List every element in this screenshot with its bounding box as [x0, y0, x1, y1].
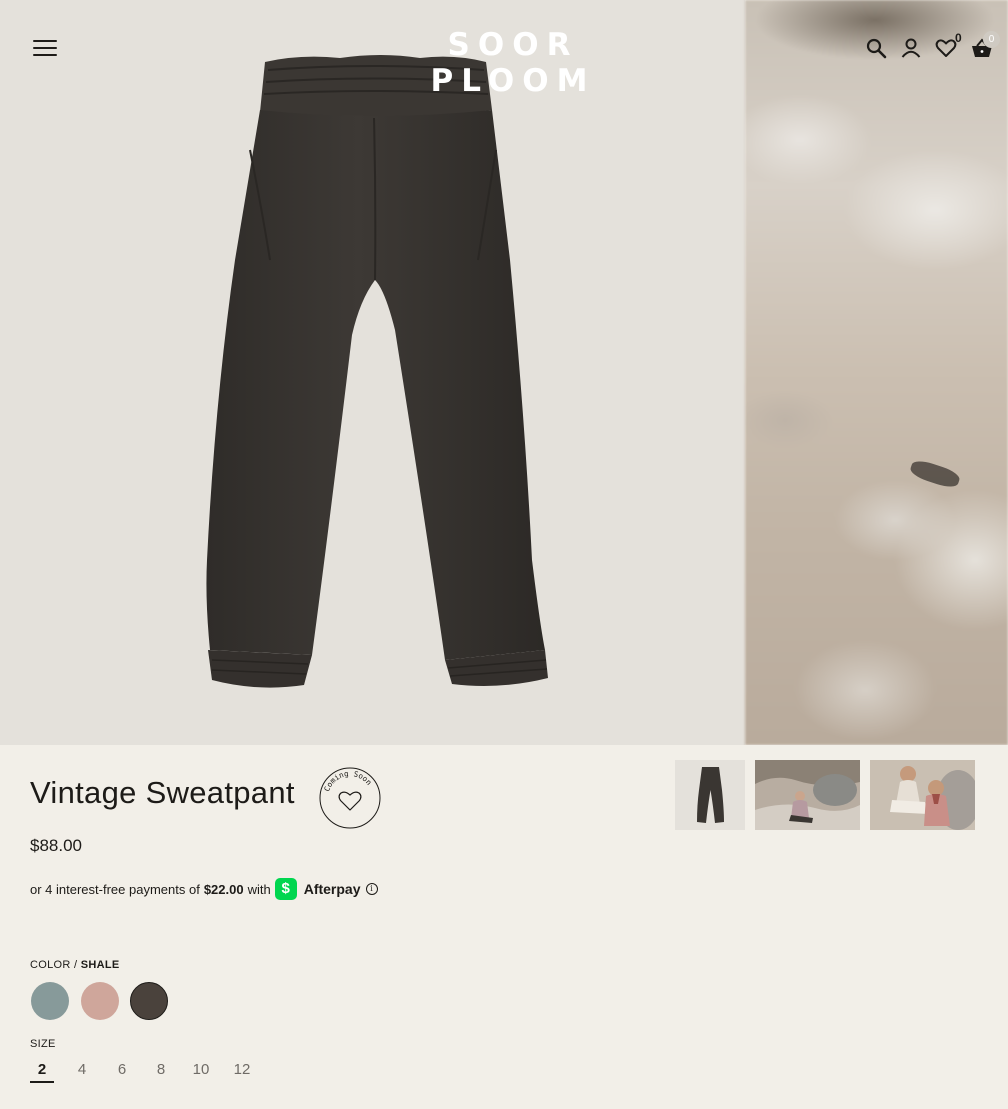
search-icon[interactable] [864, 36, 888, 60]
size-label: SIZE [30, 1038, 56, 1050]
size-option-2[interactable]: 2 [30, 1061, 54, 1078]
selected-size-indicator [30, 1081, 54, 1083]
size-option-10[interactable]: 10 [189, 1061, 213, 1078]
selected-color: SHALE [80, 959, 120, 971]
menu-icon[interactable] [33, 39, 57, 57]
coming-soon-wishlist-button[interactable]: Coming Soon [316, 764, 384, 832]
color-label: COLOR / SHALE [30, 959, 119, 971]
thumbnail-lifestyle-1[interactable] [755, 760, 860, 830]
afterpay-installments: or 4 interest-free payments of $22.00 wi… [30, 878, 378, 900]
product-price: $88.00 [30, 836, 82, 855]
afterpay-prefix: or 4 interest-free payments of [30, 881, 200, 897]
sweatpant-photo [206, 55, 548, 688]
hero-gallery [0, 0, 1008, 745]
thumbnail-product[interactable] [675, 760, 745, 830]
color-swatch-shale[interactable] [130, 982, 168, 1020]
brand-logo[interactable]: SOOR PLOOM [378, 27, 648, 99]
afterpay-with: with [247, 881, 271, 897]
info-icon[interactable]: i [365, 883, 378, 895]
size-option-8[interactable]: 8 [149, 1061, 173, 1078]
cart-count-badge: 0 [983, 31, 1000, 48]
product-title: Vintage Sweatpant [30, 775, 295, 810]
size-option-6[interactable]: 6 [110, 1061, 134, 1078]
hero-product-image[interactable] [0, 0, 745, 745]
heart-icon [338, 791, 362, 811]
hero-lifestyle-image[interactable] [745, 0, 1008, 745]
cash-app-icon: $ [274, 878, 297, 900]
afterpay-logo: Afterpay [303, 881, 361, 897]
color-swatch-blue-grey[interactable] [31, 982, 69, 1020]
size-option-12[interactable]: 12 [230, 1061, 254, 1078]
color-label-text: COLOR / [30, 959, 78, 971]
thumbnail-lifestyle-2[interactable] [870, 760, 975, 830]
afterpay-amount: $22.00 [203, 881, 244, 897]
size-option-4[interactable]: 4 [70, 1061, 94, 1078]
wishlist-count: 0 [955, 31, 962, 45]
user-icon[interactable] [899, 36, 923, 60]
color-swatch-rose[interactable] [81, 982, 119, 1020]
